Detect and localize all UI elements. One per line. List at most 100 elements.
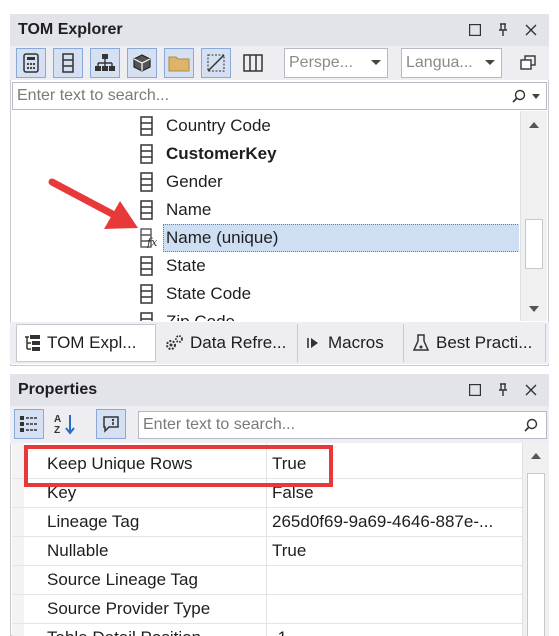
column-icon [140, 144, 154, 164]
perspective-dropdown[interactable]: Perspe... [284, 48, 388, 78]
tab-macros[interactable]: Macros [300, 324, 404, 362]
column-icon [140, 116, 154, 136]
display-columns-toggle[interactable] [238, 48, 268, 78]
tree-item-label: Zip Code [166, 312, 235, 321]
scroll-up-icon[interactable] [529, 122, 539, 128]
new-window-button[interactable] [513, 48, 543, 78]
close-icon[interactable] [519, 18, 543, 42]
column-icon [140, 284, 154, 304]
tab-tom-explorer[interactable]: TOM Expl... [16, 324, 156, 362]
cube-icon [133, 54, 151, 72]
scroll-down-icon[interactable] [529, 306, 539, 312]
property-name: Nullable [47, 541, 109, 560]
tree-item[interactable]: State [12, 252, 519, 280]
column-icon [62, 53, 74, 73]
windows-icon [520, 55, 536, 70]
scroll-up-icon[interactable] [531, 453, 541, 459]
comment-info-icon [103, 416, 119, 433]
property-name: Table Detail Position [47, 628, 201, 636]
svg-text:A: A [54, 414, 61, 425]
hidden-objects-icon [207, 54, 225, 72]
tree-item-label: CustomerKey [166, 144, 277, 163]
tree-item[interactable]: State Code [12, 280, 519, 308]
sort-az-icon: AZ [54, 414, 75, 435]
property-row[interactable]: Table Detail Position -1 [12, 624, 522, 636]
properties-title: Properties [18, 381, 98, 398]
chevron-down-icon [485, 60, 495, 65]
column-icon [140, 312, 154, 321]
properties-toolbar: AZ [10, 406, 549, 444]
chevron-down-icon [371, 60, 381, 65]
svg-text:Z: Z [54, 425, 60, 435]
tree-icon [23, 334, 41, 352]
column-icon [140, 172, 154, 192]
language-dropdown[interactable]: Langua... [401, 48, 502, 78]
column-icon [140, 200, 154, 220]
tree-item[interactable]: Country Code [12, 112, 519, 140]
maximize-icon[interactable] [463, 18, 487, 42]
analyzer-icon [412, 333, 430, 353]
tree-scrollbar[interactable] [520, 111, 547, 321]
tom-explorer-search[interactable] [12, 82, 547, 110]
tree-item[interactable]: fx Name (unique) [12, 224, 519, 252]
scrollbar-thumb[interactable] [525, 219, 543, 269]
property-value[interactable]: 265d0f69-9a69-4646-887e-... [272, 512, 493, 532]
property-name: Source Lineage Tag [47, 570, 198, 589]
close-icon[interactable] [519, 378, 543, 402]
tree-item[interactable]: Gender [12, 168, 519, 196]
tree-item[interactable]: CustomerKey [12, 140, 519, 168]
tree-item-label: Country Code [166, 116, 271, 135]
pin-icon[interactable] [491, 378, 515, 402]
property-name: Source Provider Type [47, 599, 211, 618]
tree-item-label: Name (unique) [166, 228, 279, 247]
hierarchy-icon [95, 54, 115, 71]
property-row[interactable]: Lineage Tag 265d0f69-9a69-4646-887e-... [12, 508, 522, 537]
property-scrollbar[interactable] [522, 443, 549, 636]
property-value[interactable]: True [272, 541, 306, 561]
tree-item-label: Name [166, 200, 212, 219]
highlight-box [24, 445, 333, 487]
alphabetical-view-button[interactable]: AZ [50, 409, 80, 439]
tree-item[interactable]: Name [12, 196, 519, 224]
pin-icon[interactable] [491, 18, 515, 42]
show-folders-toggle[interactable] [164, 48, 194, 78]
show-columns-toggle[interactable] [53, 48, 83, 78]
tab-label: TOM Expl... [47, 333, 137, 352]
grid-columns-icon [243, 54, 263, 72]
categorized-view-button[interactable] [14, 409, 44, 439]
language-dropdown-value: Langua... [406, 54, 473, 71]
tom-explorer-search-input[interactable] [13, 83, 546, 109]
property-row[interactable]: Source Provider Type [12, 595, 522, 624]
tab-data-refresh[interactable]: Data Refre... [158, 324, 298, 362]
property-row[interactable]: Source Lineage Tag [12, 566, 522, 595]
calculator-icon [23, 53, 39, 73]
show-hidden-toggle[interactable] [201, 48, 231, 78]
property-row[interactable]: Nullable True [12, 537, 522, 566]
search-icon[interactable] [524, 418, 538, 432]
properties-search-input[interactable] [139, 412, 546, 438]
tree-item-label: State Code [166, 284, 252, 303]
tab-best-practice[interactable]: Best Practi... [406, 324, 546, 362]
properties-search[interactable] [138, 411, 547, 439]
search-options-chevron-icon[interactable] [532, 94, 540, 99]
property-pages-button[interactable] [96, 409, 126, 439]
maximize-icon[interactable] [463, 378, 487, 402]
folder-icon [168, 56, 190, 72]
property-name: Lineage Tag [47, 512, 140, 531]
column-icon [140, 256, 154, 276]
property-value[interactable]: -1 [272, 628, 287, 636]
calculated-column-icon: fx [140, 228, 158, 249]
tree-item[interactable]: Zip Code [12, 308, 519, 321]
scrollbar-thumb[interactable] [527, 473, 545, 636]
tom-explorer-header: TOM Explorer [10, 14, 549, 46]
tom-explorer-tabbar: TOM Expl... Data Refre... Macros Best Pr… [10, 322, 549, 364]
show-hierarchies-toggle[interactable] [90, 48, 120, 78]
svg-text:fx: fx [146, 236, 158, 248]
tree-item-label: Gender [166, 172, 223, 191]
tom-explorer-title: TOM Explorer [18, 21, 123, 38]
categorized-icon [20, 416, 38, 432]
show-partitions-toggle[interactable] [127, 48, 157, 78]
search-icon[interactable] [512, 89, 526, 103]
tom-explorer-toolbar: Perspe... Langua... [10, 46, 549, 80]
show-measures-toggle[interactable] [16, 48, 46, 78]
